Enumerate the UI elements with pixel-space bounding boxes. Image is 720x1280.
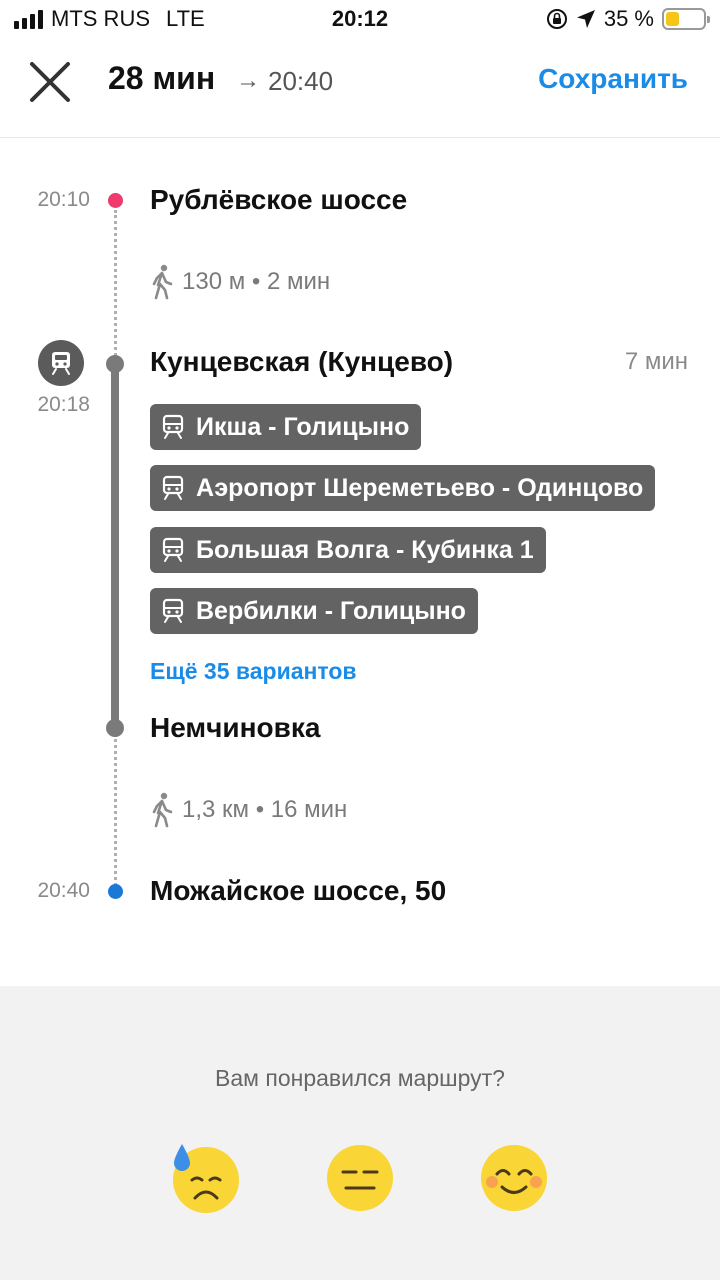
walk-icon xyxy=(152,792,173,828)
close-button[interactable] xyxy=(24,56,76,108)
location-arrow-icon xyxy=(576,10,595,28)
start-stop-name: Рублёвское шоссе xyxy=(150,184,408,215)
train-option-chip[interactable]: Аэропорт Шереметьево - Одинцово xyxy=(150,465,656,511)
end-dot xyxy=(108,884,123,899)
start-dot xyxy=(108,193,123,208)
rotation-lock-icon xyxy=(546,9,567,29)
battery-percent: 35 % xyxy=(603,6,654,31)
feedback-panel: Вам понравился маршрут? xyxy=(0,986,720,1280)
walk-icon xyxy=(152,264,173,300)
ride-duration: 7 мин xyxy=(624,348,688,375)
route-duration: 28 мин xyxy=(108,60,216,96)
train-icon xyxy=(162,414,184,439)
board-stop-name: Кунцевская (Кунцево) xyxy=(150,346,454,377)
smiling-face-icon[interactable] xyxy=(478,1142,550,1214)
route-header: 28 мин → 20:40 Сохранить xyxy=(0,40,720,138)
train-option-label: Большая Волга - Кубинка 1 xyxy=(196,535,534,564)
save-button[interactable]: Сохранить xyxy=(538,63,688,95)
train-icon xyxy=(162,598,184,623)
battery-icon xyxy=(662,8,710,30)
status-bar: MTS RUS LTE 20:12 35 % xyxy=(0,0,720,40)
walk-line-1 xyxy=(114,210,117,356)
walk-line-2 xyxy=(114,734,117,886)
close-icon xyxy=(30,62,70,102)
train-option-label: Вербилки - Голицыно xyxy=(196,596,466,625)
battery-fill xyxy=(666,12,679,26)
neutral-face-icon[interactable] xyxy=(324,1142,396,1214)
train-option-chip[interactable]: Икша - Голицыно xyxy=(150,404,422,450)
arrow-icon: → xyxy=(236,67,260,94)
walk-1-label: 130 м • 2 мин xyxy=(182,268,331,295)
train-line xyxy=(111,362,119,728)
train-icon xyxy=(162,475,184,500)
train-icon xyxy=(162,537,184,562)
arrival-time: 20:40 xyxy=(268,66,334,96)
train-option-label: Икша - Голицыно xyxy=(196,412,410,441)
board-node xyxy=(106,355,124,373)
status-right: 35 % xyxy=(546,6,710,32)
train-option-label: Аэропорт Шереметьево - Одинцово xyxy=(196,473,644,502)
sad-face-icon[interactable] xyxy=(170,1142,242,1214)
exit-stop-name: Немчиновка xyxy=(150,712,321,743)
walk-segment-1: 130 м • 2 мин xyxy=(150,264,330,300)
exit-node xyxy=(106,719,124,737)
train-icon xyxy=(38,340,84,386)
start-time: 20:10 xyxy=(37,188,90,211)
train-option-chip[interactable]: Вербилки - Голицыно xyxy=(150,588,478,634)
end-stop-name: Можайское шоссе, 50 xyxy=(150,875,447,906)
train-option-chip[interactable]: Большая Волга - Кубинка 1 xyxy=(150,527,546,573)
more-variants-link[interactable]: Ещё 35 вариантов xyxy=(150,658,357,685)
walk-segment-2: 1,3 км • 16 мин xyxy=(150,792,347,828)
feedback-question: Вам понравился маршрут? xyxy=(215,1065,505,1091)
walk-2-label: 1,3 км • 16 мин xyxy=(182,796,348,823)
board-time: 20:18 xyxy=(37,393,90,416)
end-time: 20:40 xyxy=(37,879,90,902)
